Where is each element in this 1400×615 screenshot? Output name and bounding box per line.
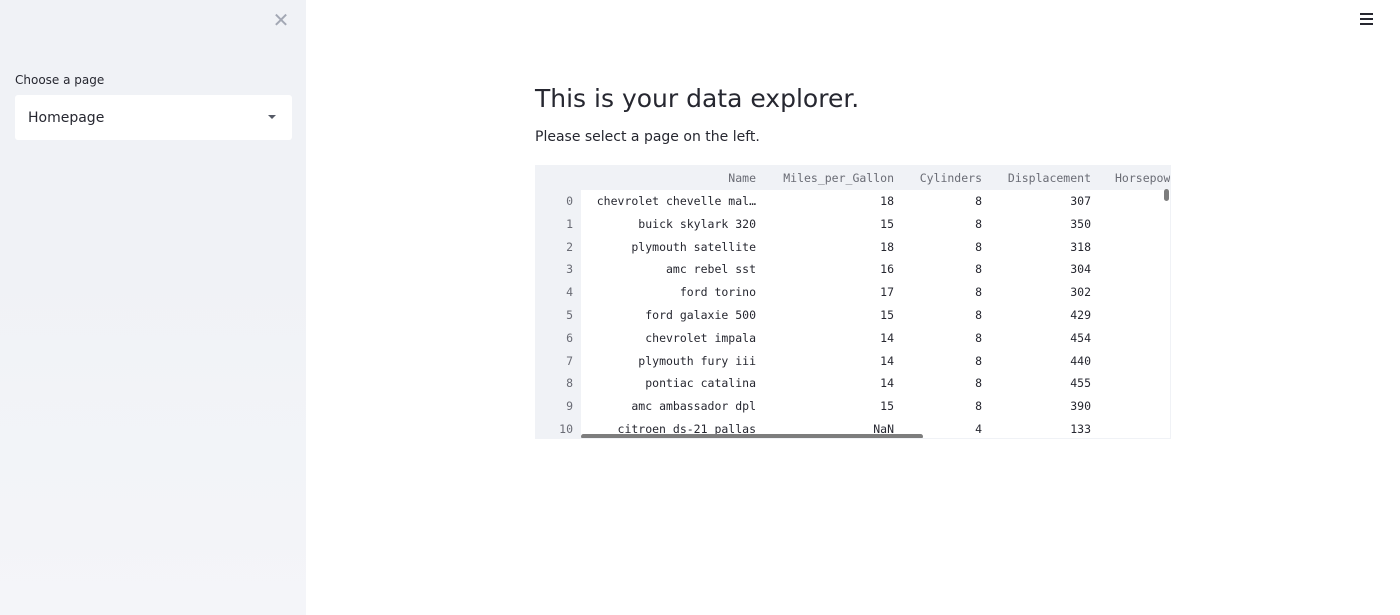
- chevron-down-icon: [268, 115, 276, 119]
- page-select-value: Homepage: [28, 109, 105, 126]
- cell-name: ford galaxie 500: [645, 308, 756, 322]
- cell-cylinders: 8: [975, 376, 982, 391]
- data-table[interactable]: Name Miles_per_Gallon Cylinders Displace…: [535, 165, 1171, 439]
- cell-mpg: 18: [880, 239, 894, 254]
- cell-name: pontiac catalina: [645, 376, 756, 391]
- cell-displacement: 133: [1070, 422, 1091, 436]
- cell-mpg: 15: [880, 216, 894, 231]
- row-index: 9: [566, 399, 573, 414]
- cell-mpg: 16: [880, 262, 894, 277]
- cell-cylinders: 8: [975, 353, 982, 368]
- column-header-mpg[interactable]: Miles_per_Gallon: [766, 166, 894, 190]
- column-header-name[interactable]: Name: [586, 166, 756, 190]
- cell-cylinders: 8: [975, 216, 982, 231]
- row-index: 3: [566, 262, 573, 277]
- cell-name: plymouth fury iii: [638, 353, 756, 368]
- horizontal-scrollbar[interactable]: [581, 434, 923, 438]
- cell-mpg: 14: [880, 330, 894, 345]
- row-index: 10: [559, 422, 573, 436]
- cell-displacement: 307: [1070, 194, 1091, 208]
- cell-mpg: 15: [880, 308, 894, 322]
- column-header-cylinders[interactable]: Cylinders: [901, 166, 982, 190]
- page-select[interactable]: Homepage: [15, 95, 292, 140]
- cell-cylinders: 8: [975, 308, 982, 322]
- sidebar: ✕ Choose a page Homepage: [0, 0, 306, 615]
- page-select-label: Choose a page: [15, 73, 105, 87]
- cell-displacement: 318: [1070, 239, 1091, 254]
- cell-cylinders: 8: [975, 239, 982, 254]
- cell-mpg: 14: [880, 376, 894, 391]
- cell-name: plymouth satellite: [631, 239, 756, 254]
- cell-displacement: 350: [1070, 216, 1091, 231]
- page-title: This is your data explorer.: [535, 84, 860, 113]
- cell-name: chevrolet impala: [645, 330, 756, 345]
- cell-cylinders: 8: [975, 262, 982, 277]
- page-subtitle: Please select a page on the left.: [535, 129, 760, 145]
- hamburger-menu-icon[interactable]: [1360, 13, 1373, 25]
- cell-cylinders: 8: [975, 330, 982, 345]
- cell-displacement: 429: [1070, 308, 1091, 322]
- row-index: 4: [566, 285, 573, 300]
- cell-name: amc ambassador dpl: [631, 399, 756, 414]
- cell-name: buick skylark 320: [638, 216, 756, 231]
- vertical-scrollbar[interactable]: [1164, 189, 1169, 201]
- row-index: 1: [566, 216, 573, 231]
- cell-displacement: 390: [1070, 399, 1091, 414]
- cell-name: chevrolet chevelle mal…: [596, 194, 756, 208]
- cell-mpg: 15: [880, 399, 894, 414]
- row-index: 0: [566, 194, 573, 208]
- row-index: 8: [566, 376, 573, 391]
- cell-mpg: 17: [880, 285, 894, 300]
- row-index: 5: [566, 308, 573, 322]
- cell-name: ford torino: [679, 285, 756, 300]
- cell-displacement: 440: [1070, 353, 1091, 368]
- cell-cylinders: 8: [975, 399, 982, 414]
- cell-mpg: 18: [880, 194, 894, 208]
- row-index: 7: [566, 353, 573, 368]
- close-icon[interactable]: ✕: [271, 10, 291, 30]
- column-header-displacement[interactable]: Displacement: [991, 166, 1091, 190]
- cell-cylinders: 8: [975, 285, 982, 300]
- cell-mpg: 14: [880, 353, 894, 368]
- cell-name: amc rebel sst: [665, 262, 756, 277]
- column-header-horsepower[interactable]: Horsepow: [1115, 166, 1170, 190]
- row-index: 2: [566, 239, 573, 254]
- cell-displacement: 302: [1070, 285, 1091, 300]
- app-root: ✕ Choose a page Homepage This is your da…: [0, 0, 1400, 615]
- cell-displacement: 455: [1070, 376, 1091, 391]
- cell-displacement: 454: [1070, 330, 1091, 345]
- cell-displacement: 304: [1070, 262, 1091, 277]
- row-index: 6: [566, 330, 573, 345]
- cell-cylinders: 8: [975, 194, 982, 208]
